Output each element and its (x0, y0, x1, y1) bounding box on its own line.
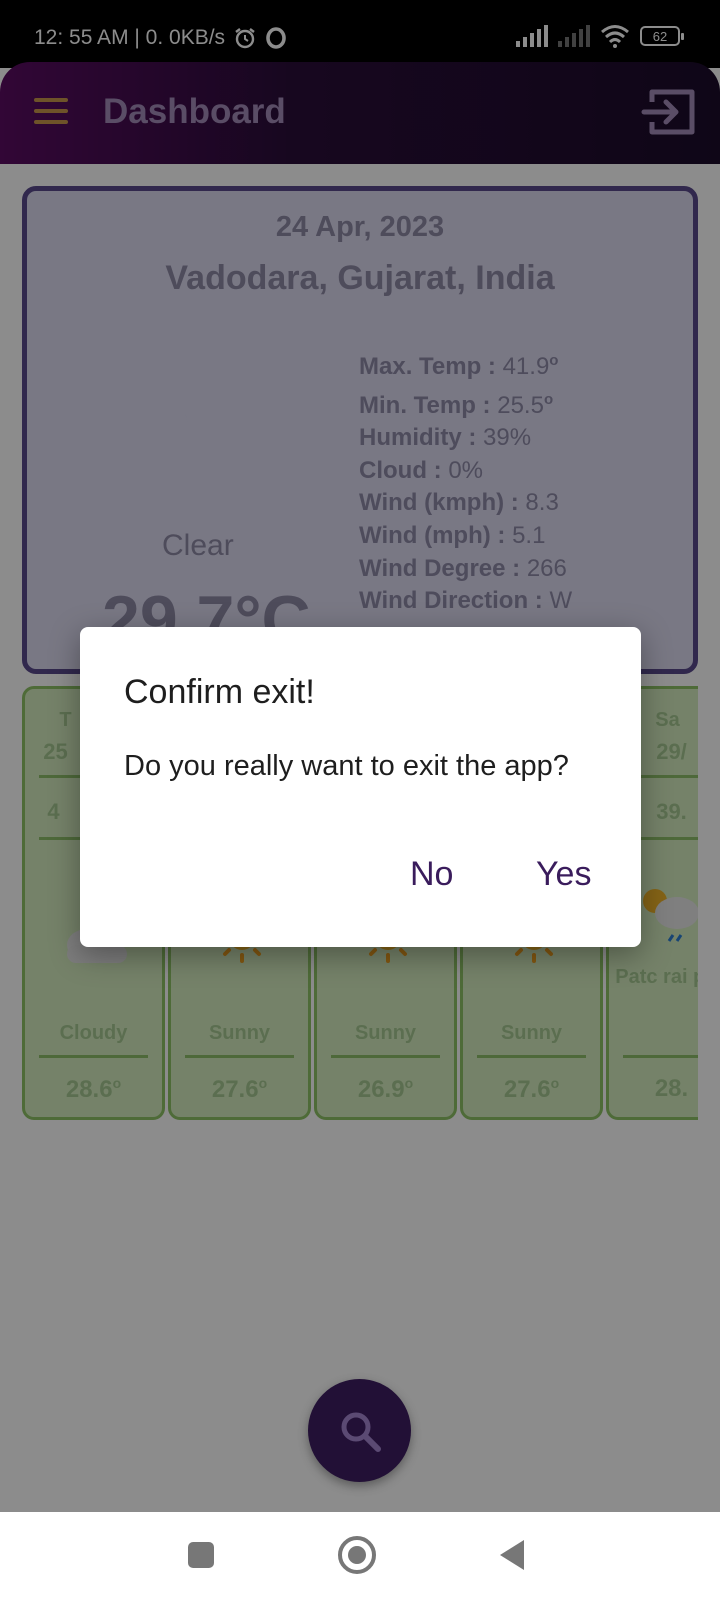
recents-icon[interactable] (188, 1542, 214, 1568)
dialog-message: Do you really want to exit the app? (124, 750, 569, 782)
confirm-exit-dialog: Confirm exit! Do you really want to exit… (80, 627, 641, 947)
back-icon[interactable] (500, 1540, 524, 1570)
search-button[interactable] (308, 1379, 411, 1482)
yes-button[interactable]: Yes (536, 855, 591, 894)
dialog-title: Confirm exit! (124, 673, 315, 711)
no-button[interactable]: No (410, 855, 453, 894)
home-icon[interactable] (338, 1536, 376, 1574)
search-icon (341, 1412, 381, 1452)
system-nav-bar (0, 1512, 720, 1600)
